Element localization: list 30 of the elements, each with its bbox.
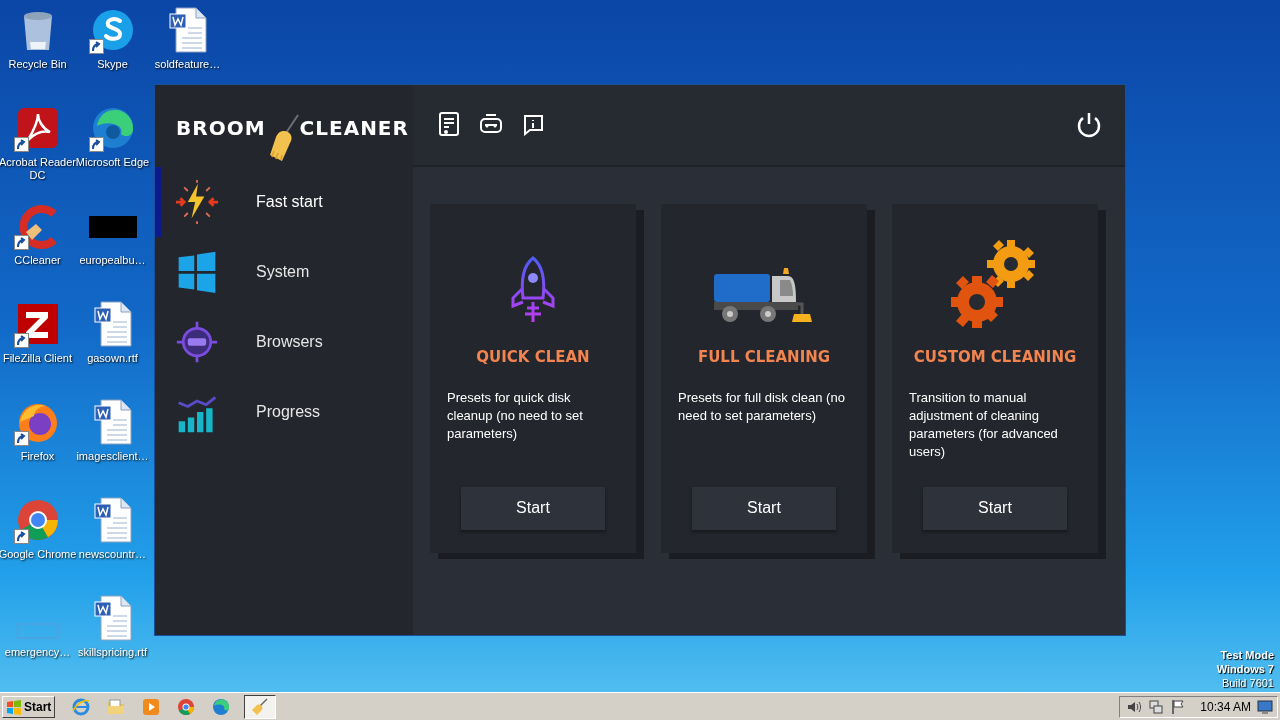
card-title: CUSTOM CLEANING [913, 347, 1077, 368]
document-icon[interactable] [438, 112, 460, 138]
taskbar-app-button[interactable] [244, 694, 277, 719]
start-button[interactable]: Start [461, 486, 605, 530]
lightning-icon [175, 180, 219, 224]
globe-target-icon [175, 320, 219, 364]
sidebar-item[interactable]: Progress [155, 377, 413, 447]
os-notice-text: Windows 7 [1216, 662, 1274, 676]
os-notice-text: Build 7601 [1222, 676, 1274, 690]
flag-icon[interactable] [1170, 698, 1187, 715]
logo-text: CLEANER [299, 115, 409, 142]
chrome-icon[interactable] [177, 697, 196, 716]
card-description: Presets for full disk clean (no need to set parameters) [678, 388, 846, 425]
windows-flag-icon [6, 698, 22, 715]
start-button[interactable]: Start [923, 486, 1067, 530]
card-description: Transition to manual adjustment of cleaning parameters (for advanced users) [909, 388, 1059, 461]
os-notice-text: Test Mode [1220, 648, 1274, 662]
clock-text: 10:34 AM [1200, 698, 1251, 716]
card-title: FULL CLEANING [697, 347, 831, 368]
card-title: QUICK CLEAN [476, 347, 590, 368]
info-bubble-icon[interactable] [522, 114, 544, 136]
sidebar-item[interactable]: Browsers [155, 307, 413, 377]
sidebar-item[interactable]: System [155, 237, 413, 307]
network-icon[interactable] [1148, 698, 1165, 715]
power-icon[interactable] [1075, 111, 1103, 139]
logo-text: BROOM [176, 115, 266, 142]
card-description: Presets for quick disk cleanup (no need to set parameters) [447, 388, 584, 443]
show-desktop-icon[interactable] [1257, 699, 1273, 714]
start-button[interactable]: Start [2, 695, 56, 718]
start-button[interactable]: Start [692, 486, 836, 530]
